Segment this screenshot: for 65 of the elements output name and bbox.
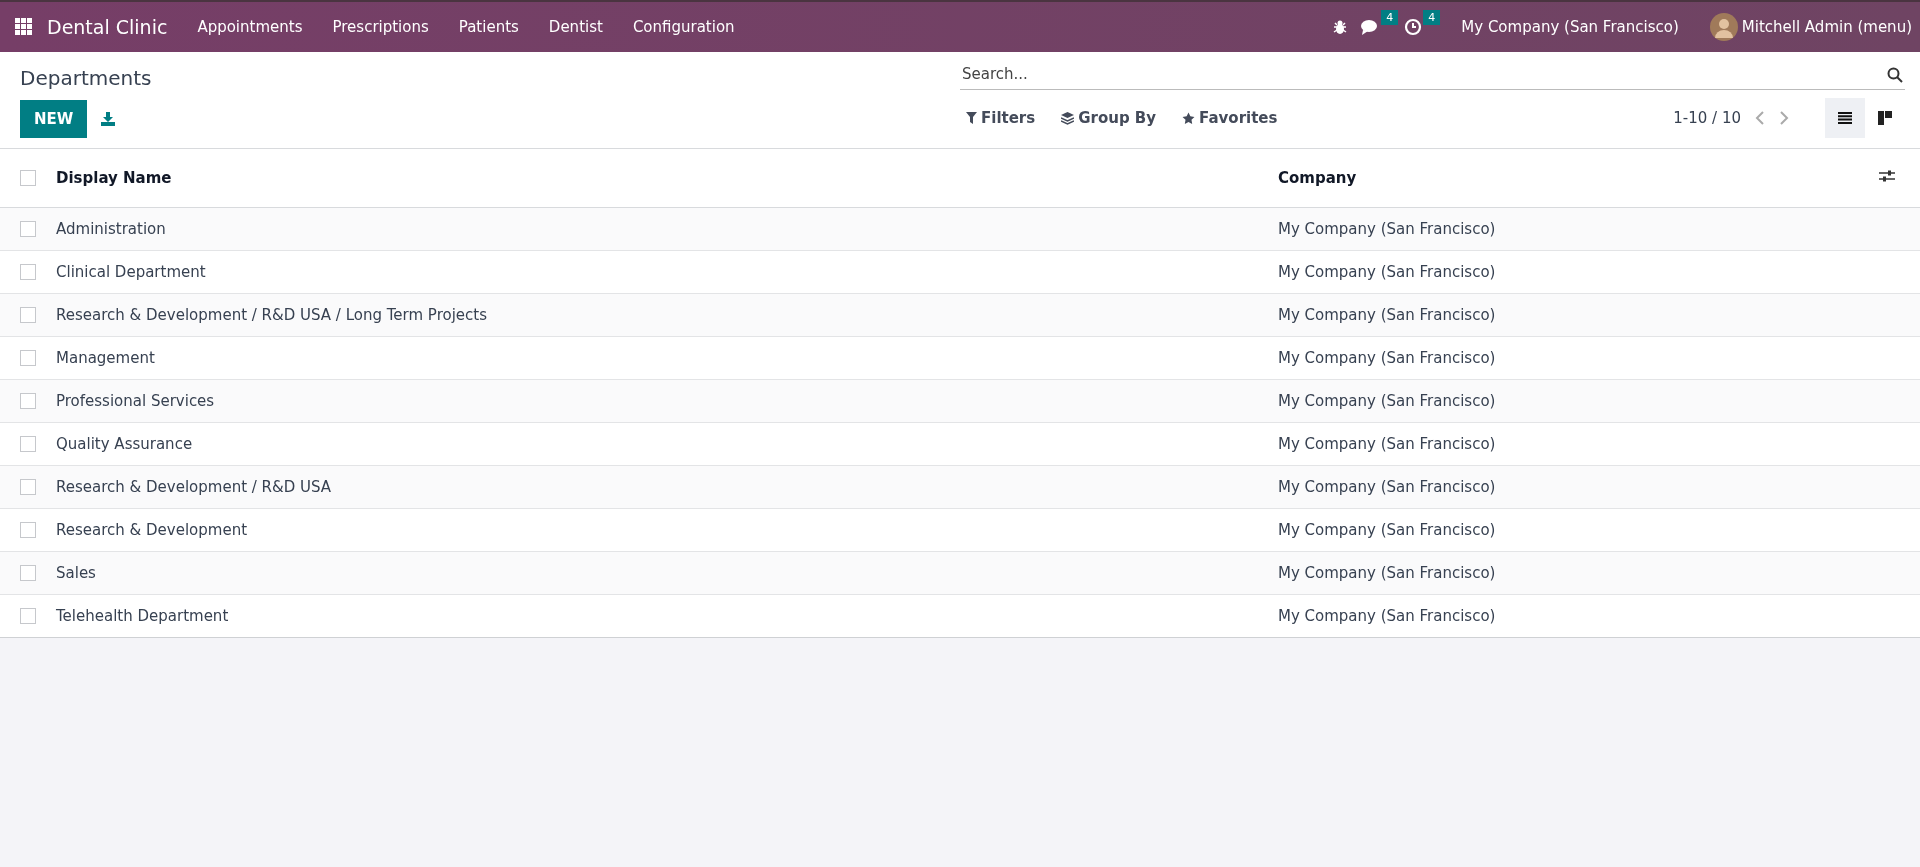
app-name[interactable]: Dental Clinic: [47, 16, 168, 38]
search-option-button[interactable]: Favorites: [1176, 105, 1284, 131]
message-count: 4: [1381, 10, 1399, 25]
table-cell: My Company (San Francisco): [1278, 478, 1496, 496]
user-avatar[interactable]: [1709, 13, 1738, 41]
menu-item[interactable]: Dentist: [533, 18, 618, 36]
row-checkbox[interactable]: [20, 350, 36, 366]
table-cell: Research & Development: [56, 521, 247, 539]
table-cell: My Company (San Francisco): [1278, 392, 1496, 410]
table-cell: My Company (San Francisco): [1278, 521, 1496, 539]
star-icon: [1182, 111, 1196, 125]
page-title: Departments: [20, 65, 152, 92]
search-icon[interactable]: [1887, 67, 1903, 83]
menu-item[interactable]: Prescriptions: [317, 18, 444, 36]
apps-menu-icon[interactable]: [15, 18, 33, 36]
table-cell: My Company (San Francisco): [1278, 349, 1496, 367]
table-cell: Professional Services: [56, 392, 215, 410]
table-cell: My Company (San Francisco): [1278, 607, 1496, 625]
table-cell: Research & Development / R&D USA: [56, 478, 332, 496]
row-checkbox[interactable]: [20, 393, 36, 409]
menu-item[interactable]: Appointments: [182, 18, 318, 36]
table-cell: Research & Development / R&D USA / Long Term Projects: [56, 306, 487, 324]
table-cell: My Company (San Francisco): [1278, 263, 1496, 281]
company-switcher[interactable]: My Company (San Francisco): [1446, 18, 1694, 36]
search-option-button[interactable]: Filters: [960, 105, 1042, 131]
column-header[interactable]: Display Name: [55, 149, 1277, 208]
table-cell: My Company (San Francisco): [1278, 220, 1496, 238]
layers-icon: [1061, 111, 1075, 125]
activity-count: 4: [1423, 10, 1441, 25]
pager-range[interactable]: 1-10 / 10: [1673, 109, 1741, 127]
row-checkbox[interactable]: [20, 522, 36, 538]
download-icon[interactable]: [101, 112, 116, 126]
search-option-button[interactable]: Group By: [1055, 105, 1163, 131]
bug-icon[interactable]: [1332, 19, 1349, 35]
list-view-button[interactable]: [1825, 98, 1865, 138]
row-checkbox[interactable]: [20, 479, 36, 495]
list-icon: [1838, 112, 1852, 124]
clock-icon[interactable]: [1404, 18, 1423, 36]
table-cell: Management: [56, 349, 155, 367]
previous-icon[interactable]: [1755, 111, 1765, 125]
row-checkbox[interactable]: [20, 221, 36, 237]
search-field[interactable]: Search...: [960, 60, 1905, 90]
user-menu[interactable]: Mitchell Admin (menu): [1737, 18, 1912, 36]
table-cell: My Company (San Francisco): [1278, 564, 1496, 582]
table-cell: Sales: [56, 564, 96, 582]
row-checkbox[interactable]: [20, 608, 36, 624]
column-settings-icon[interactable]: [1879, 169, 1895, 183]
kanban-icon: [1878, 111, 1892, 125]
table-cell: Telehealth Department: [56, 607, 229, 625]
next-icon[interactable]: [1779, 111, 1789, 125]
menu-item[interactable]: Configuration: [617, 18, 750, 36]
table-cell: Clinical Department: [56, 263, 206, 281]
row-checkbox[interactable]: [20, 307, 36, 323]
row-checkbox[interactable]: [20, 264, 36, 280]
table-cell: My Company (San Francisco): [1278, 435, 1496, 453]
row-checkbox[interactable]: [20, 565, 36, 581]
row-checkbox[interactable]: [20, 436, 36, 452]
table-cell: My Company (San Francisco): [1278, 306, 1496, 324]
menu-item[interactable]: Patients: [443, 18, 534, 36]
table-cell: Quality Assurance: [56, 435, 193, 453]
new-button[interactable]: NEW: [20, 100, 88, 138]
column-header[interactable]: Company: [1277, 149, 1878, 208]
filter-icon: [966, 112, 977, 124]
select-all-checkbox[interactable]: [20, 170, 36, 186]
table-cell: Administration: [56, 220, 166, 238]
